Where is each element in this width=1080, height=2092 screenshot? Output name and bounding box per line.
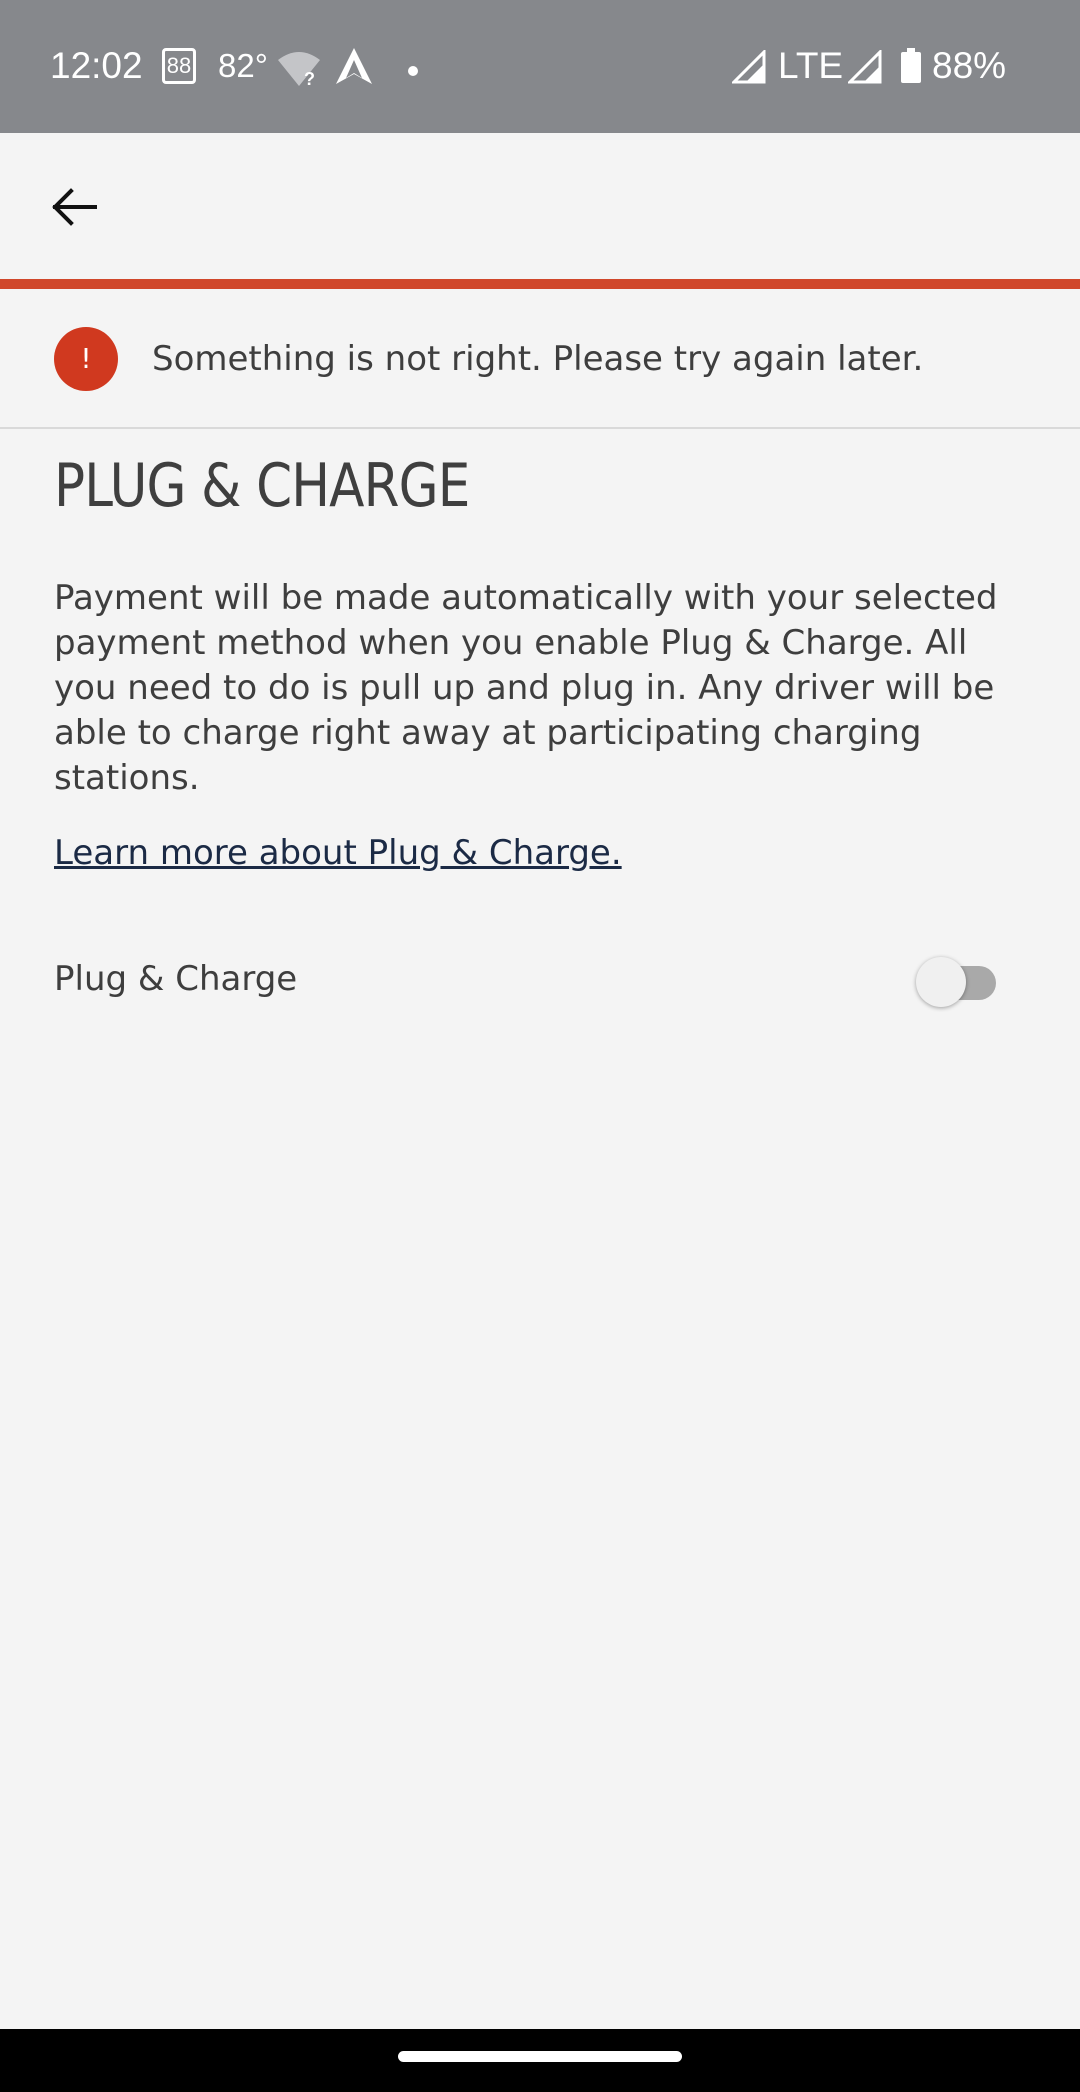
error-message: Something is not right. Please try again…	[152, 339, 924, 379]
toggle-label: Plug & Charge	[54, 959, 298, 999]
description: Payment will be made automatically with …	[54, 578, 998, 798]
page-title: PLUG & CHARGE	[54, 451, 470, 521]
error-banner: ! Something is not right. Please try aga…	[0, 279, 1080, 429]
arrow-left-icon	[51, 187, 97, 231]
battery-icon	[900, 48, 922, 88]
exclamation-icon: !	[54, 327, 118, 391]
svg-text:?: ?	[304, 69, 315, 88]
signal-icon	[730, 48, 766, 88]
notification-dot-icon	[408, 61, 418, 80]
plug-and-charge-row: Plug & Charge	[54, 948, 1000, 1012]
network-type: LTE	[778, 45, 844, 86]
status-bar: 12:02 88 82° ? LTE 88%	[0, 0, 1080, 133]
plug-and-charge-toggle[interactable]	[916, 950, 1000, 1007]
navigation-bar	[0, 2029, 1080, 2092]
wifi-question-icon: ?	[276, 50, 322, 92]
app-bar	[0, 133, 1080, 279]
home-indicator[interactable]	[398, 2051, 682, 2062]
navigation-arrow-icon	[334, 46, 374, 90]
signal-icon	[846, 48, 882, 88]
battery-percentage: 88%	[932, 45, 1007, 86]
notification-badge: 88	[162, 48, 196, 84]
status-temperature: 82°	[218, 47, 268, 84]
status-time: 12:02	[50, 45, 143, 86]
toggle-thumb	[916, 957, 966, 1007]
back-button[interactable]	[34, 169, 114, 249]
learn-more-link[interactable]: Learn more about Plug & Charge.	[54, 830, 622, 876]
